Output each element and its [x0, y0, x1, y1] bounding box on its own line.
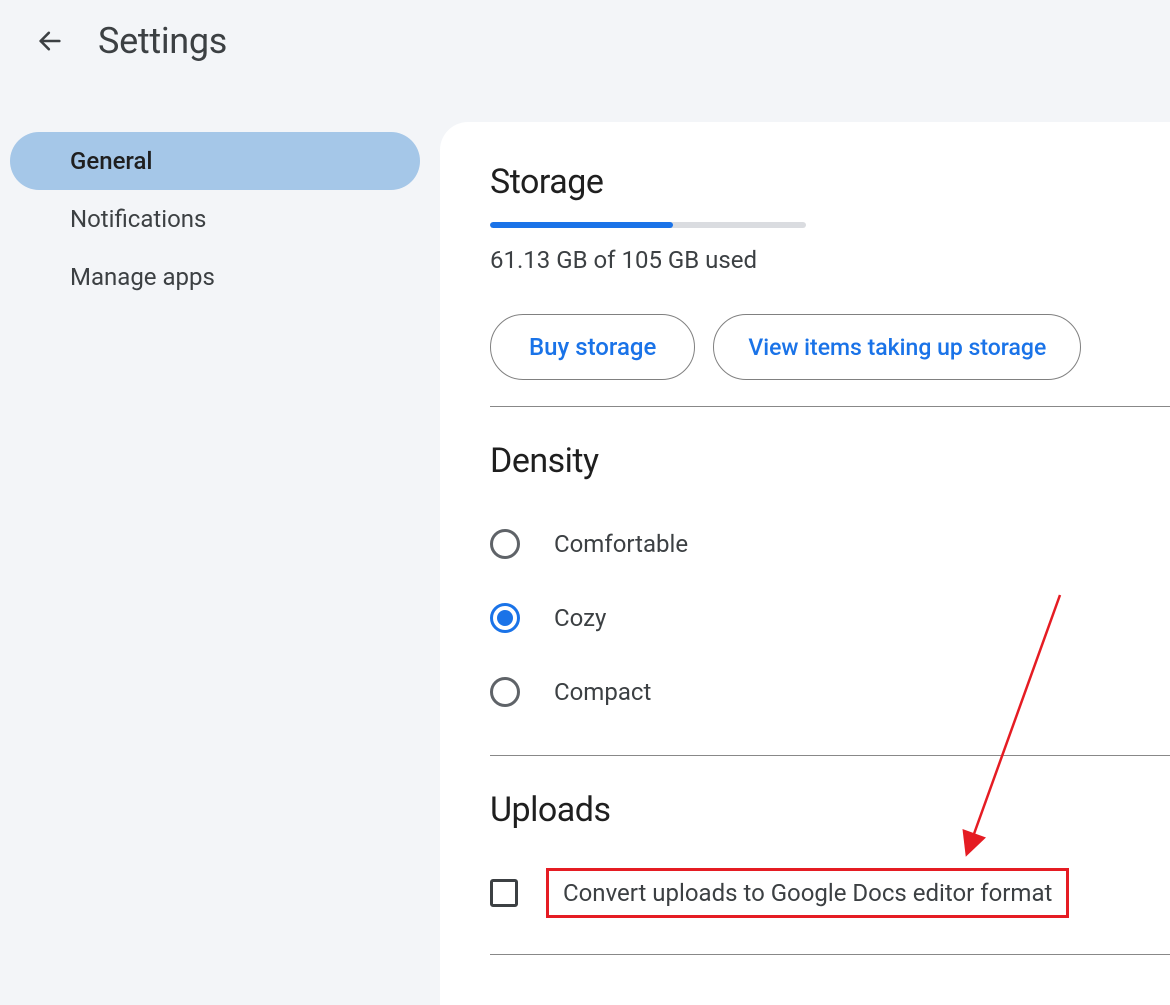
density-option-comfortable[interactable]: Comfortable	[490, 507, 1170, 581]
storage-button-row: Buy storage View items taking up storage	[490, 314, 1170, 380]
convert-uploads-row: Convert uploads to Google Docs editor fo…	[490, 850, 1170, 928]
buy-storage-button[interactable]: Buy storage	[490, 314, 695, 380]
sidebar-item-general[interactable]: General	[10, 132, 420, 190]
density-option-compact[interactable]: Compact	[490, 655, 1170, 729]
storage-heading: Storage	[490, 162, 1170, 202]
page-title: Settings	[98, 20, 227, 62]
radio-label: Cozy	[554, 604, 606, 632]
header: Settings	[0, 0, 1170, 82]
radio-label: Compact	[554, 678, 651, 706]
sidebar-item-manage-apps[interactable]: Manage apps	[10, 248, 420, 306]
annotation-highlight-box: Convert uploads to Google Docs editor fo…	[546, 868, 1069, 918]
sidebar: General Notifications Manage apps	[0, 122, 440, 1005]
uploads-heading: Uploads	[490, 790, 1170, 830]
radio-icon	[490, 677, 520, 707]
storage-progress-fill	[490, 222, 673, 228]
storage-section: Storage 61.13 GB of 105 GB used Buy stor…	[490, 162, 1170, 407]
density-section: Density Comfortable Cozy Compact	[490, 441, 1170, 756]
density-radio-group: Comfortable Cozy Compact	[490, 501, 1170, 729]
radio-icon	[490, 529, 520, 559]
sidebar-item-notifications[interactable]: Notifications	[10, 190, 420, 248]
convert-uploads-label: Convert uploads to Google Docs editor fo…	[563, 879, 1052, 907]
sidebar-item-label: General	[70, 147, 153, 175]
body: General Notifications Manage apps Storag…	[0, 82, 1170, 1005]
storage-status-text: 61.13 GB of 105 GB used	[490, 246, 1170, 274]
storage-progress-bar	[490, 222, 806, 228]
back-arrow-icon[interactable]	[30, 21, 70, 61]
convert-uploads-checkbox[interactable]	[490, 879, 518, 907]
content-panel: Storage 61.13 GB of 105 GB used Buy stor…	[440, 122, 1170, 1005]
uploads-section: Uploads Convert uploads to Google Docs e…	[490, 790, 1170, 955]
radio-icon	[490, 603, 520, 633]
sidebar-item-label: Notifications	[70, 205, 206, 233]
density-heading: Density	[490, 441, 1170, 481]
radio-label: Comfortable	[554, 530, 688, 558]
view-items-button[interactable]: View items taking up storage	[713, 314, 1081, 380]
density-option-cozy[interactable]: Cozy	[490, 581, 1170, 655]
sidebar-item-label: Manage apps	[70, 263, 215, 291]
